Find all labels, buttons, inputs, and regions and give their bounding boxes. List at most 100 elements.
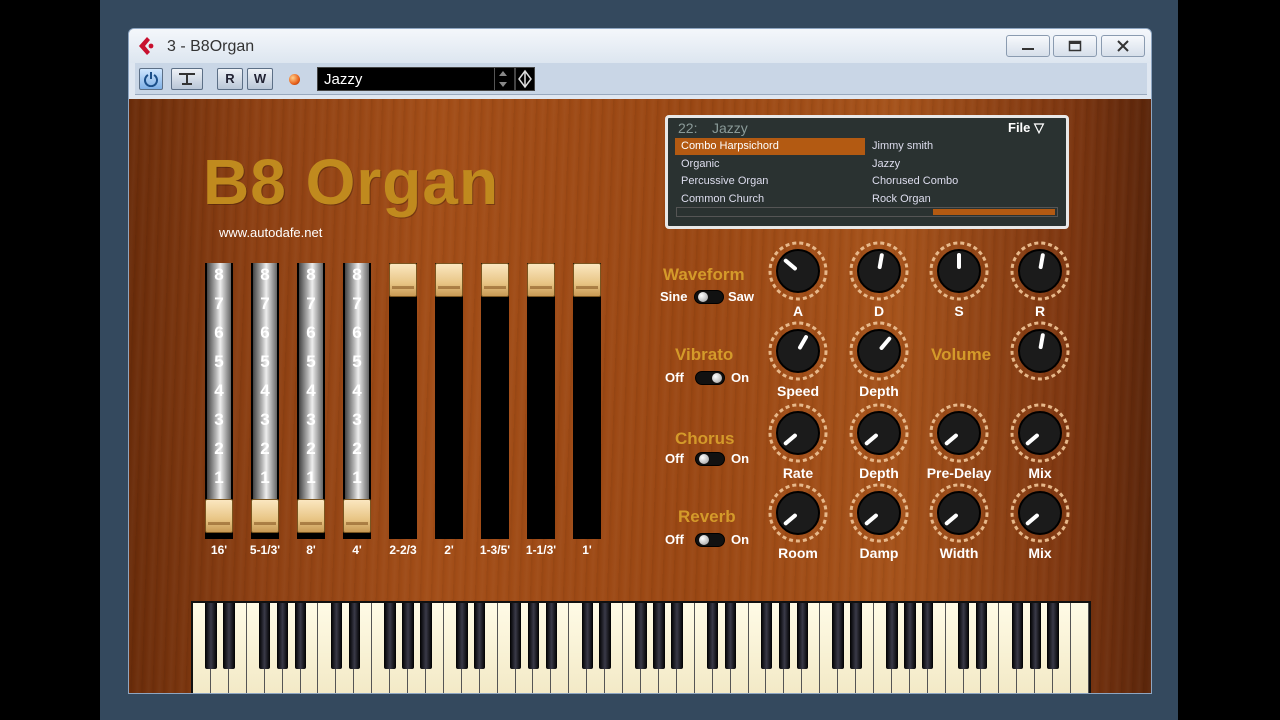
black-key[interactable] [258, 603, 271, 669]
envelope-knob-s[interactable] [929, 241, 989, 301]
title-bar[interactable]: 3 - B8Organ [129, 29, 1151, 63]
black-key[interactable] [635, 603, 647, 669]
vibrato-switch[interactable] [695, 371, 725, 385]
chorus-knob-mix[interactable] [1010, 403, 1070, 463]
drawbar-handle[interactable] [573, 263, 601, 297]
black-key[interactable] [294, 603, 307, 669]
black-key[interactable] [778, 603, 791, 669]
drawbar-3[interactable]: 8 7 6 5 4 3 2 1 [297, 263, 325, 539]
black-key[interactable] [796, 603, 808, 669]
preset-selector[interactable]: Jazzy [317, 67, 515, 91]
black-key[interactable] [420, 603, 432, 669]
website-link[interactable]: www.autodafe.net [219, 225, 322, 240]
black-key[interactable] [456, 603, 468, 669]
chorus-knob-rate[interactable] [768, 403, 828, 463]
preset-item[interactable]: Rock Organ [866, 191, 1056, 208]
chorus-knob-pre-delay[interactable] [929, 403, 989, 463]
black-key[interactable] [975, 603, 988, 669]
drawbar-handle[interactable] [251, 499, 279, 533]
preset-scrollbar[interactable] [676, 207, 1058, 217]
drawbar-handle[interactable] [481, 263, 509, 297]
preset-item[interactable]: Chorused Combo [866, 173, 1056, 190]
black-key[interactable] [1047, 603, 1059, 669]
preset-item[interactable]: Percussive Organ [675, 173, 865, 190]
black-key[interactable] [904, 603, 916, 669]
drawbar-4[interactable]: 8 7 6 5 4 3 2 1 [343, 263, 371, 539]
preset-item[interactable]: Common Church [675, 191, 865, 208]
preset-menu-icon[interactable] [515, 67, 535, 91]
scrollbar-thumb[interactable] [933, 209, 1055, 215]
preset-item[interactable]: Jimmy smith [866, 138, 1056, 155]
record-dot-icon[interactable] [289, 74, 300, 85]
black-key[interactable] [581, 603, 593, 669]
drawbar-handle[interactable] [389, 263, 417, 297]
file-menu-button[interactable]: File ▽ [1008, 120, 1044, 136]
black-key[interactable] [473, 603, 486, 669]
waveform-switch[interactable] [694, 290, 724, 304]
black-key[interactable] [223, 603, 235, 669]
knob-label: Speed [776, 383, 819, 399]
black-key[interactable] [509, 603, 522, 669]
read-automation-button[interactable]: R [217, 68, 243, 90]
drawbar-handle[interactable] [435, 263, 463, 297]
chorus-switch[interactable] [695, 452, 725, 466]
black-key[interactable] [653, 603, 665, 669]
drawbar-9[interactable] [573, 263, 601, 539]
black-key[interactable] [832, 603, 844, 669]
piano-keyboard[interactable] [191, 601, 1091, 693]
envelope-knob-a[interactable] [768, 241, 828, 301]
reverb-knob-width[interactable] [929, 483, 989, 543]
black-key[interactable] [706, 603, 719, 669]
drawbar-5[interactable] [389, 263, 417, 539]
vibrato-knob-speed[interactable] [768, 321, 828, 381]
envelope-knob-d[interactable] [849, 241, 909, 301]
drawbar-handle[interactable] [527, 263, 555, 297]
minimize-button[interactable] [1006, 35, 1050, 57]
drawbar-6[interactable] [435, 263, 463, 539]
black-key[interactable] [348, 603, 360, 669]
bypass-button[interactable] [171, 68, 203, 90]
drawbar-2[interactable]: 8 7 6 5 4 3 2 1 [251, 263, 279, 539]
reverb-knob-damp[interactable] [849, 483, 909, 543]
black-key[interactable] [760, 603, 773, 669]
black-key[interactable] [724, 603, 737, 669]
chorus-knob-depth[interactable] [849, 403, 909, 463]
black-key[interactable] [957, 603, 970, 669]
preset-item[interactable]: Organic [675, 156, 865, 173]
preset-arrows-icon[interactable] [494, 68, 510, 90]
envelope-knob-r[interactable] [1010, 241, 1070, 301]
preset-item[interactable]: Jazzy [866, 156, 1056, 173]
drawbar-handle[interactable] [343, 499, 371, 533]
black-key[interactable] [850, 603, 862, 669]
black-key[interactable] [671, 603, 683, 669]
vibrato-knob-depth[interactable] [849, 321, 909, 381]
black-key[interactable] [384, 603, 396, 669]
drawbar-7[interactable] [481, 263, 509, 539]
drawbar-handle[interactable] [205, 499, 233, 533]
preset-number: 22: [678, 120, 698, 136]
black-key[interactable] [1011, 603, 1024, 669]
black-key[interactable] [545, 603, 558, 669]
volume-knob[interactable] [1010, 321, 1070, 381]
drawbar-handle[interactable] [297, 499, 325, 533]
black-key[interactable] [330, 603, 343, 669]
power-button[interactable] [139, 68, 163, 90]
close-button[interactable] [1101, 35, 1145, 57]
drawbar-8[interactable] [527, 263, 555, 539]
black-key[interactable] [402, 603, 414, 669]
black-key[interactable] [1029, 603, 1041, 669]
maximize-button[interactable] [1053, 35, 1097, 57]
reverb-knob-mix[interactable] [1010, 483, 1070, 543]
black-key[interactable] [886, 603, 898, 669]
drawbar-1[interactable]: 8 7 6 5 4 3 2 1 [205, 263, 233, 539]
black-key[interactable] [921, 603, 934, 669]
white-key[interactable] [1071, 603, 1089, 693]
write-automation-button[interactable]: W [247, 68, 273, 90]
black-key[interactable] [205, 603, 217, 669]
reverb-knob-room[interactable] [768, 483, 828, 543]
preset-item[interactable]: Combo Harpsichord [675, 138, 865, 155]
black-key[interactable] [276, 603, 289, 669]
reverb-switch[interactable] [695, 533, 725, 547]
black-key[interactable] [599, 603, 611, 669]
black-key[interactable] [527, 603, 540, 669]
